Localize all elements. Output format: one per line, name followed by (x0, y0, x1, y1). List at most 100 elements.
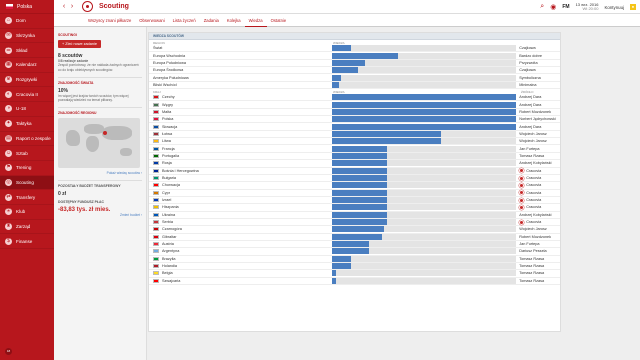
row-source: Cracovia (516, 175, 560, 181)
row-source: Tomasz Rzasa (516, 264, 560, 268)
sidebar-item-label: Skład (16, 47, 28, 53)
knowledge-bar (332, 167, 517, 174)
training-icon: ⚑ (5, 164, 12, 172)
sidebar-item-taktyka[interactable]: ✦ Taktyka (0, 117, 54, 132)
tab-kolejka[interactable]: Kolejka (223, 14, 245, 27)
country-row[interactable]: Austria Jan Furtepa (149, 241, 560, 249)
sidebar-item-label: Zarząd (16, 223, 31, 229)
sidebar-item-raport-o-zespole[interactable]: ▤ Raport o zespole (0, 132, 54, 147)
manager-icon[interactable]: ◉ (550, 3, 556, 11)
new-task-button[interactable]: + Zleć nowe zadanie (58, 40, 101, 48)
tab-wiedza[interactable]: Wiedza (244, 14, 267, 27)
region-row[interactable]: Europa Środkowa Czajkowa (149, 67, 560, 75)
scouting-description: Zespół pomiotrowy, że nie nakłada żadnyc… (58, 63, 139, 72)
report-icon: ▤ (5, 134, 12, 142)
sidebar-item-label: Scouting (16, 179, 34, 185)
row-source: Cracovia (516, 190, 560, 196)
country-row[interactable]: Bośnia i Hercegowina Cracovia (149, 167, 560, 175)
country-row[interactable]: Cypr Cracovia (149, 189, 560, 197)
country-row[interactable]: Francja Jan Furtepa (149, 145, 560, 153)
sidebar-item-u-18[interactable]: ◑ U-18 (0, 102, 54, 117)
tab-ostatnie[interactable]: Ostatnie (267, 14, 291, 27)
country-row[interactable]: Słowacja Andrzej Dara (149, 123, 560, 131)
country-row[interactable]: Ukraina Andrzej Kobylański (149, 211, 560, 219)
country-row[interactable]: Bułgaria Cracovia (149, 175, 560, 183)
row-name-text: Izrael (162, 198, 172, 203)
country-row[interactable]: Serbia Cracovia (149, 219, 560, 227)
flag-icon (153, 117, 159, 122)
sidebar-item-transfery[interactable]: ⇄ Transfery (0, 190, 54, 205)
country-row[interactable]: Litwa Wojciech Jarosz (149, 138, 560, 146)
region-row[interactable]: Europa Południowa Przyzwoita (149, 59, 560, 68)
country-row[interactable]: Belgia Tomasz Rzasa (149, 270, 560, 278)
country-row[interactable]: Czarnogóra Wojciech Jarosz (149, 226, 560, 234)
sidebar-item-klub[interactable]: ⛨ Klub (0, 205, 54, 220)
region-link[interactable]: Pokaż wiedzę scoutów › (58, 171, 142, 175)
tab-obserwowani[interactable]: Obserwowani (135, 14, 168, 27)
region-row[interactable]: Bliski Wschód Minimalna (149, 81, 560, 90)
row-name-text: Polska (162, 117, 174, 122)
sidebar-item-trening[interactable]: ⚑ Trening (0, 161, 54, 176)
sidebar-item-dom[interactable]: ⌂ Dom (0, 14, 54, 29)
sidebar-item-sk-ad[interactable]: ☰ Skład (0, 43, 54, 59)
sidebar-item-label: Sztab (16, 150, 28, 156)
tab-zadania[interactable]: Zadania (200, 14, 223, 27)
country-row[interactable]: Portugalia Tomasz Rzasa (149, 152, 560, 161)
sidebar-item-skrzynka[interactable]: ✉ Skrzynka (0, 29, 54, 44)
flag-icon (153, 183, 159, 188)
country-row[interactable]: Izrael Cracovia (149, 197, 560, 205)
country-row[interactable]: Malta Robert Mozdzonek (149, 108, 560, 117)
country-row[interactable]: Holandia Tomasz Rzasa (149, 263, 560, 271)
sidebar-item-sztab[interactable]: ☺ Sztab (0, 146, 54, 161)
sidebar-item-finanse[interactable]: $ Finanse (0, 234, 54, 249)
row-source: Tomasz Rzasa (516, 257, 560, 261)
row-source-text: Jan Furtepa (519, 146, 540, 151)
tab-lista-ycze-[interactable]: Lista życzeń (169, 14, 200, 27)
country-selector[interactable]: Polska (0, 0, 54, 14)
row-source: Cracovia (516, 182, 560, 188)
notification-icon[interactable]: ● (630, 4, 636, 10)
country-row[interactable]: Węgry Andrzej Dara (149, 101, 560, 109)
row-name: Izrael (149, 198, 332, 203)
knowledge-bar (332, 59, 517, 66)
search-icon[interactable]: ⌕ (540, 3, 544, 11)
sidebar-item-label: Kalendarz (16, 62, 37, 68)
region-knowledge-header: ZNAJOMOŚĆ REGIONU (58, 111, 97, 116)
forward-arrow-icon[interactable]: › (68, 3, 76, 10)
continue-button[interactable]: Kontynuuj (604, 5, 624, 10)
country-row[interactable]: Gibraltar Robert Mozdzonek (149, 233, 560, 241)
fm-icon[interactable]: FM (562, 4, 569, 10)
budget-link[interactable]: Zmień budżet › (58, 213, 142, 217)
sidebar-item-zarz-d[interactable]: ♜ Zarząd (0, 220, 54, 235)
world-map[interactable] (58, 118, 140, 169)
country-row[interactable]: Rosja Andrzej Kobylański (149, 160, 560, 168)
topbar: ‹ › Scouting ⌕ ◉ FM 13 wrz. 2016 Wt 20:0… (54, 0, 640, 14)
sidebar-item-rozgrywki[interactable]: ♛ Rozgrywki (0, 73, 54, 88)
row-source-text: Wojciech Jarosz (519, 131, 547, 136)
country-row[interactable]: Chorwacja Cracovia (149, 182, 560, 190)
row-name: Malta (149, 109, 332, 114)
row-name: Szwajcaria (149, 278, 332, 283)
row-source: Czajkowa (516, 68, 560, 72)
country-row[interactable]: Brazylia Tomasz Rzasa (149, 255, 560, 263)
tab-wszyscy-znani-pi-karze[interactable]: Wszyscy znani piłkarze (84, 14, 135, 27)
club-icon: ⛨ (5, 208, 12, 216)
sidebar-item-cracovia-ii[interactable]: ◐ Cracovia II (0, 87, 54, 103)
sidebar-item-scouting[interactable]: ◎ Scouting (0, 175, 54, 191)
back-arrow-icon[interactable]: ‹ (60, 3, 68, 10)
row-source-text: Cracovia (526, 198, 542, 203)
competitions-icon: ♛ (5, 76, 12, 84)
region-row[interactable]: Świat Czajkowa (149, 45, 560, 53)
country-row[interactable]: Szwajcaria Tomasz Rzasa (149, 277, 560, 285)
row-source-text: Norbert Jędrychowski (519, 117, 556, 122)
region-row[interactable]: Ameryka Południowa Symboliczna (149, 74, 560, 82)
region-row[interactable]: Europa Wschodnia Bardzo dobre (149, 52, 560, 60)
knowledge-bar (332, 270, 517, 277)
country-row[interactable]: Czechy Andrzej Dara (149, 94, 560, 102)
date-display: 13 wrz. 2016 Wt 20:00 (575, 1, 599, 11)
sidebar-item-kalendarz[interactable]: ▦ Kalendarz (0, 58, 54, 73)
country-row[interactable]: Hiszpania Cracovia (149, 204, 560, 212)
country-row[interactable]: Argentyna Dariusz Pessela (149, 248, 560, 256)
country-row[interactable]: Łotwa Wojciech Jarosz (149, 130, 560, 139)
country-row[interactable]: Polska Norbert Jędrychowski (149, 116, 560, 124)
